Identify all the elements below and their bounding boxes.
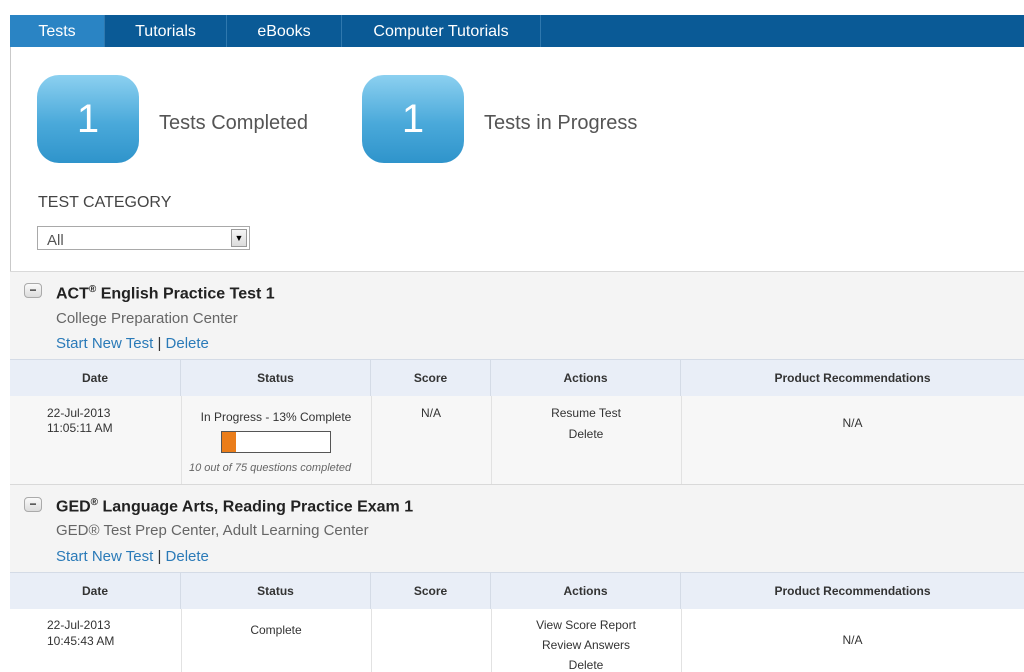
test-links: Start New Test | Delete [56, 548, 209, 565]
test-links: Start New Test | Delete [56, 335, 209, 352]
test-title: ACT® English Practice Test 1 [56, 284, 275, 303]
col-recommendations: Product Recommendations [774, 371, 931, 385]
row-score: N/A [420, 406, 441, 420]
delete-test-link[interactable]: Delete [166, 335, 209, 352]
row-status: Complete [250, 623, 302, 637]
table-header: Date Status Score Actions Product Recomm… [10, 572, 1024, 610]
test-title: GED® Language Arts, Reading Practice Exa… [56, 497, 414, 516]
start-new-test-link[interactable]: Start New Test [56, 335, 153, 352]
resume-test-link[interactable]: Resume Test [491, 406, 681, 420]
row-status: In Progress - 13% Complete [200, 410, 352, 424]
col-actions: Actions [491, 573, 681, 610]
tests-completed-count: 1 [37, 75, 139, 163]
progress-fill [222, 432, 237, 452]
test-category-select[interactable]: All ▼ [37, 226, 250, 250]
row-recommendations: N/A [842, 416, 863, 430]
col-date: Date [10, 360, 181, 397]
collapse-icon[interactable]: − [24, 283, 42, 298]
test-subtitle: GED® Test Prep Center, Adult Learning Ce… [56, 522, 369, 539]
col-score: Score [371, 573, 491, 610]
col-status: Status [181, 573, 371, 610]
tab-computer-tutorials[interactable]: Computer Tutorials [342, 15, 541, 47]
test-category-value: All [47, 232, 64, 249]
start-new-test-link[interactable]: Start New Test [56, 548, 153, 565]
delete-attempt-link[interactable]: Delete [491, 658, 681, 672]
link-separator: | [157, 335, 162, 352]
progress-bar [221, 431, 331, 453]
review-answers-link[interactable]: Review Answers [491, 638, 681, 652]
col-date: Date [10, 573, 181, 610]
test-category-label: TEST CATEGORY [38, 194, 172, 211]
test-subtitle: College Preparation Center [56, 310, 238, 327]
link-separator: | [157, 548, 162, 565]
collapse-icon[interactable]: − [24, 497, 42, 512]
progress-note: 10 out of 75 questions completed [189, 462, 352, 474]
test-group-header: − ACT® English Practice Test 1 College P… [10, 271, 1024, 359]
chevron-down-icon[interactable]: ▼ [231, 229, 247, 247]
row-time: 10:45:43 AM [47, 634, 115, 648]
col-actions: Actions [491, 360, 681, 397]
table-row: 22-Jul-2013 10:45:43 AM Complete View Sc… [10, 609, 1024, 672]
row-date: 22-Jul-2013 [47, 406, 111, 420]
col-score: Score [371, 360, 491, 397]
tests-completed-label: Tests Completed [159, 112, 308, 134]
delete-attempt-link[interactable]: Delete [491, 427, 681, 441]
row-time: 11:05:11 AM [47, 421, 113, 435]
tests-in-progress-count: 1 [362, 75, 464, 163]
tests-in-progress-label: Tests in Progress [484, 112, 638, 134]
top-nav: Tests Tutorials eBooks Computer Tutorial… [10, 15, 1024, 47]
col-status: Status [181, 360, 371, 397]
row-recommendations: N/A [842, 633, 863, 647]
tab-tests[interactable]: Tests [10, 15, 105, 47]
test-group-header: − GED® Language Arts, Reading Practice E… [10, 484, 1024, 572]
tab-tutorials[interactable]: Tutorials [105, 15, 227, 47]
tab-ebooks[interactable]: eBooks [227, 15, 342, 47]
table-row: 22-Jul-2013 11:05:11 AM In Progress - 13… [10, 396, 1024, 484]
delete-test-link[interactable]: Delete [166, 548, 209, 565]
table-header: Date Status Score Actions Product Recomm… [10, 359, 1024, 397]
col-recommendations: Product Recommendations [774, 584, 931, 598]
row-date: 22-Jul-2013 [47, 618, 111, 632]
view-score-report-link[interactable]: View Score Report [491, 618, 681, 632]
